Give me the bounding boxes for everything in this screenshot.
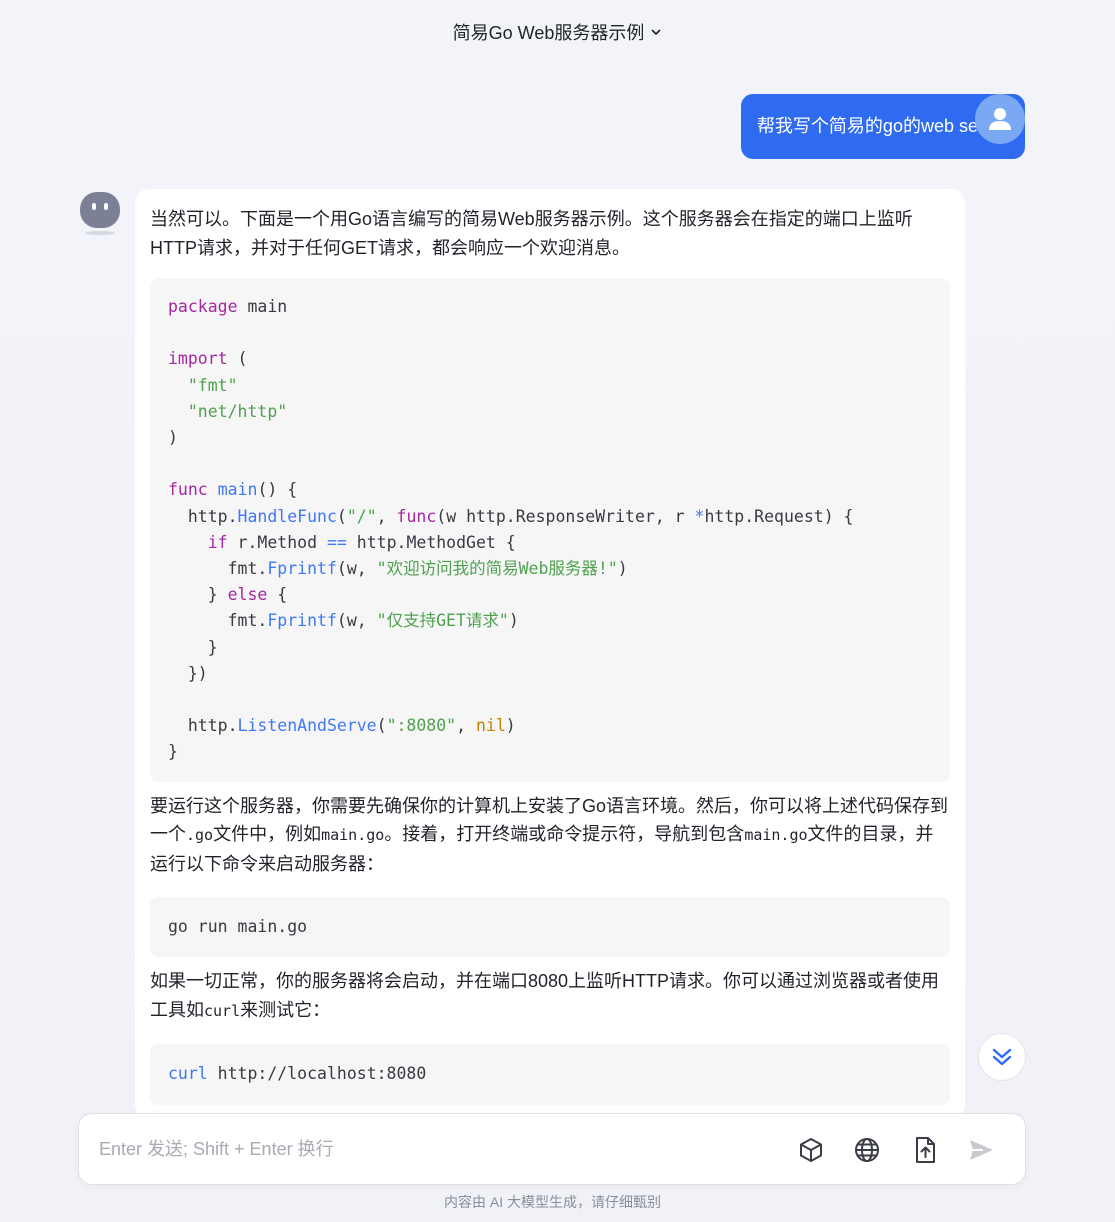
globe-icon [855, 1138, 879, 1162]
text-run: 。接着，打开终端或命令提示符，导航到包含 [384, 824, 745, 845]
code-token: import [168, 349, 228, 369]
code-token: http://localhost:8080 [207, 1064, 427, 1084]
code-token: (w, [336, 559, 377, 579]
send-icon [970, 1140, 993, 1160]
double-chevron-down-icon [992, 1048, 1012, 1066]
user-icon [989, 108, 1011, 130]
code-token: Fprintf [267, 559, 337, 579]
code-token: ) [508, 611, 519, 631]
assistant-run-instructions: 要运行这个服务器，你需要先确保你的计算机上安装了Go语言环境。然后，你可以将上述… [150, 792, 950, 879]
bot-icon [80, 192, 120, 235]
code-token: package [168, 297, 238, 316]
code-token: "欢迎访问我的简易Web服务器!" [376, 559, 618, 579]
code-token: main [217, 480, 258, 500]
code-token: } [168, 742, 178, 762]
scroll-to-bottom-button[interactable] [978, 1033, 1026, 1081]
conversation-title[interactable]: 简易Go Web服务器示例 [0, 0, 1115, 64]
code-token: } [207, 585, 228, 605]
code-token: if [207, 532, 228, 552]
code-token: HandleFunc [237, 506, 337, 526]
assistant-intro: 当然可以。下面是一个用Go语言编写的简易Web服务器示例。这个服务器会在指定的端… [150, 209, 913, 258]
code-token: (w http.ResponseWriter, r [436, 506, 695, 526]
code-token: http. [187, 716, 238, 736]
code-token: * [694, 506, 705, 526]
message-input[interactable] [99, 1136, 779, 1162]
code-token: http.MethodGet { [346, 532, 516, 552]
code-token: "fmt" [187, 375, 238, 395]
code-token: ( [376, 716, 387, 736]
code-token: == [326, 532, 347, 552]
chevron-down-icon [652, 29, 661, 35]
code-token: ) [168, 428, 178, 448]
ai-disclaimer: 内容由 AI 大模型生成，请仔细甄别 [443, 1194, 661, 1210]
code-token: ListenAndServe [237, 716, 377, 736]
bot-avatar [78, 192, 122, 236]
upload-file-button[interactable] [909, 1134, 941, 1166]
code-block-go[interactable]: package main import ( "fmt" "net/http" )… [150, 278, 950, 782]
model-button[interactable] [795, 1134, 827, 1166]
code-token: else [227, 585, 268, 605]
code-block-curl[interactable]: curl http://localhost:8080 [150, 1044, 950, 1105]
code-token: main [237, 297, 288, 316]
assistant-test-instructions: 如果一切正常，你的服务器将会启动，并在端口8080上监听HTTP请求。你可以通过… [150, 967, 950, 1025]
code-token: Fprintf [267, 611, 337, 631]
code-token: } [207, 637, 218, 657]
cube-icon [800, 1138, 822, 1162]
code-block-shell[interactable]: go run main.go [150, 897, 950, 958]
code-token: nil [475, 716, 506, 736]
code-token: fmt. [227, 611, 268, 631]
code-token: "net/http" [187, 401, 288, 421]
code-token: ( [336, 506, 347, 526]
file-upload-icon [916, 1137, 935, 1163]
send-button[interactable] [965, 1134, 997, 1166]
text-run: 来测试它： [240, 999, 331, 1020]
inline-code: curl [204, 1001, 241, 1020]
code-token: ":8080" [386, 716, 457, 736]
code-token: , [456, 716, 476, 736]
code-token: go run main.go [168, 917, 308, 937]
conversation-title-text: 简易Go Web服务器示例 [452, 23, 645, 43]
code-token: (w, [336, 611, 377, 631]
web-search-button[interactable] [851, 1134, 883, 1166]
code-token: "/" [346, 506, 377, 526]
code-token: http. [187, 506, 238, 526]
code-token: http.Request) { [704, 506, 854, 526]
code-token: ( [227, 349, 248, 369]
text-run: 文件中，例如 [213, 824, 322, 845]
code-token: }) [187, 663, 208, 683]
user-avatar [975, 94, 1025, 144]
code-token: () { [257, 480, 298, 500]
code-token: func [168, 480, 208, 500]
inline-code: .go [186, 826, 214, 845]
code-token: { [267, 585, 288, 605]
code-token: fmt. [227, 559, 268, 579]
code-token: ) [617, 559, 628, 579]
inline-code: main.go [321, 826, 385, 845]
inline-code: main.go [744, 826, 808, 845]
assistant-message: 当然可以。下面是一个用Go语言编写的简易Web服务器示例。这个服务器会在指定的端… [135, 189, 965, 1119]
code-token: , [376, 506, 397, 526]
message-composer [78, 1113, 1026, 1185]
code-token: curl [168, 1064, 208, 1084]
code-token: func [396, 506, 437, 526]
code-token: r.Method [227, 532, 327, 552]
code-token: ) [505, 716, 516, 736]
code-token: "仅支持GET请求" [376, 611, 509, 631]
